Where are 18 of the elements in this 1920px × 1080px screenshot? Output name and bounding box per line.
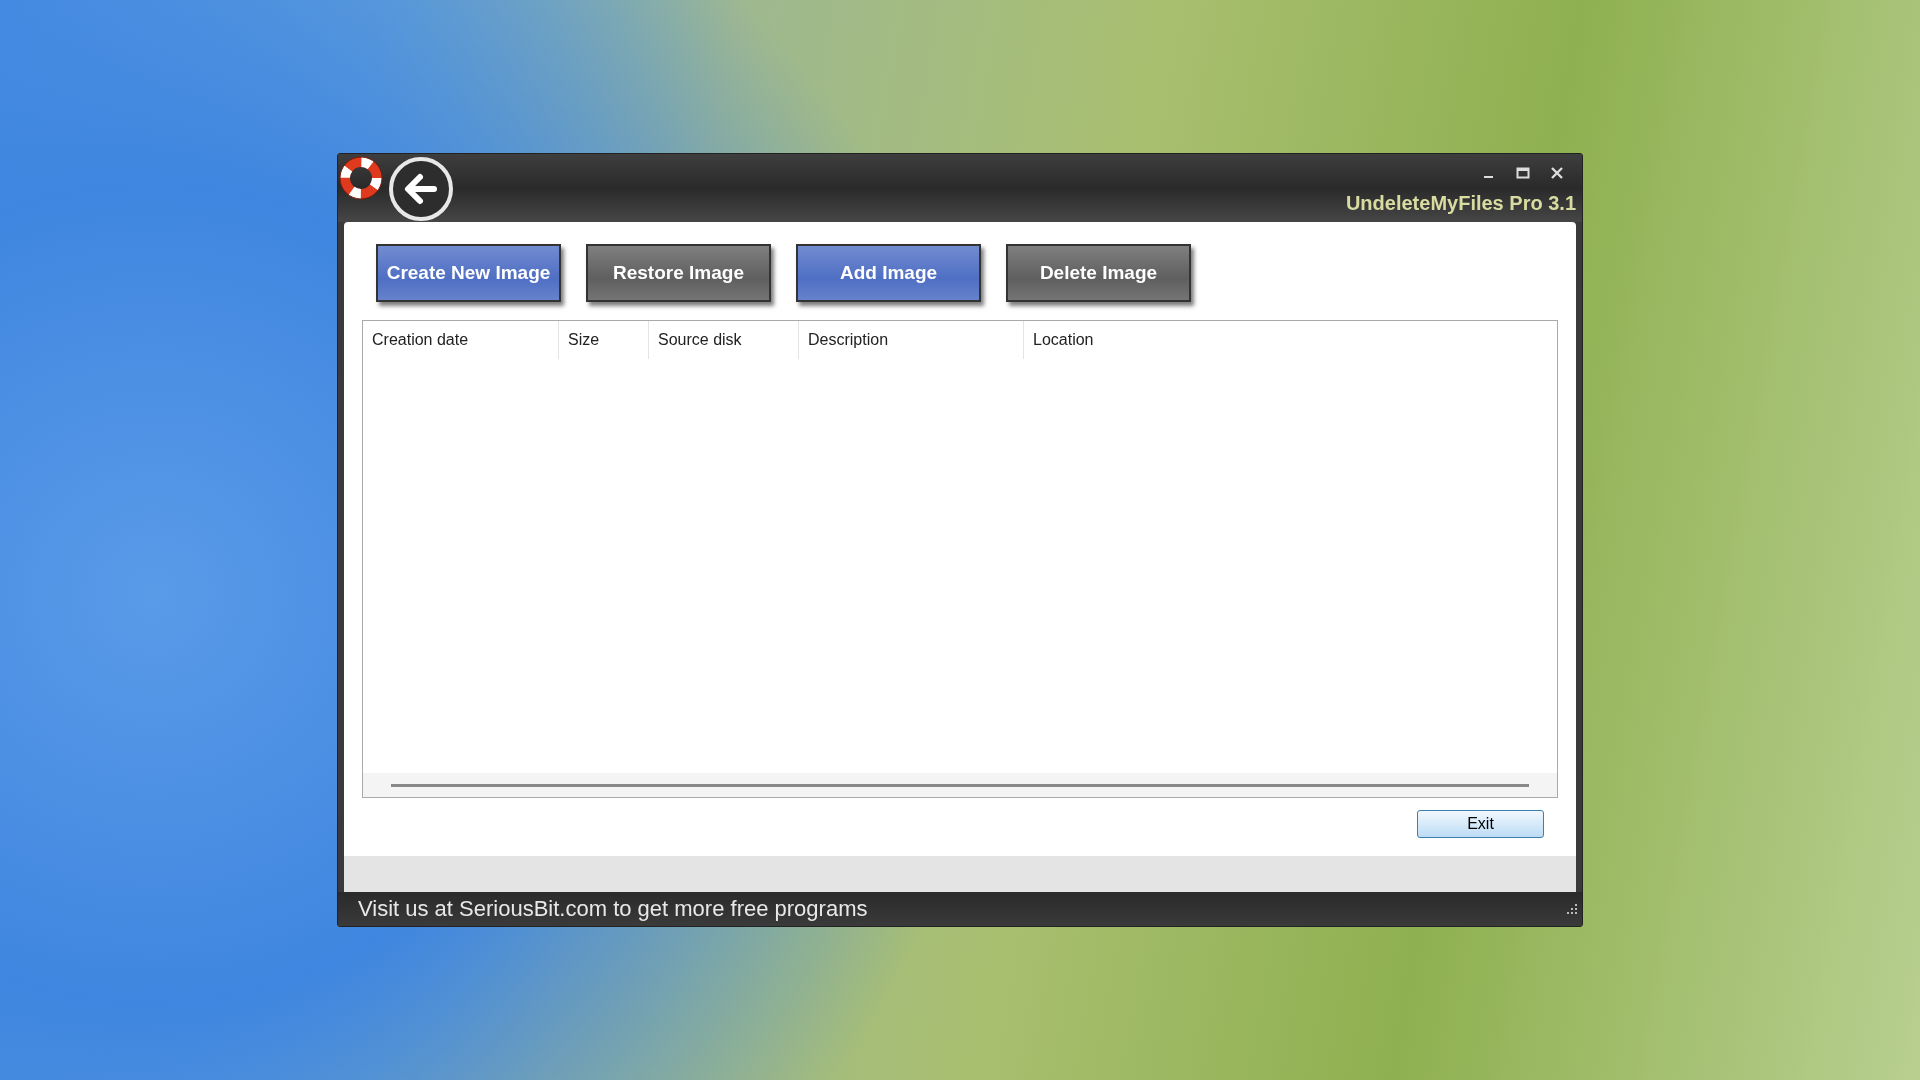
- horizontal-scrollbar[interactable]: [363, 773, 1557, 797]
- column-header[interactable]: Size: [559, 321, 649, 359]
- toolbar-button[interactable]: Restore Image: [586, 244, 771, 302]
- column-header[interactable]: Creation date: [363, 321, 559, 359]
- column-header[interactable]: Source disk: [649, 321, 799, 359]
- column-header[interactable]: Description: [799, 321, 1024, 359]
- close-button[interactable]: [1550, 166, 1564, 180]
- back-button[interactable]: [388, 156, 454, 222]
- maximize-button[interactable]: [1516, 166, 1530, 180]
- resize-grip-icon: [1566, 903, 1578, 915]
- column-header[interactable]: Location: [1024, 321, 1094, 359]
- exit-button[interactable]: Exit: [1417, 810, 1544, 838]
- toolbar-button[interactable]: Delete Image: [1006, 244, 1191, 302]
- status-text: Visit us at SeriousBit.com to get more free programs: [358, 896, 868, 922]
- lifebuoy-icon: [338, 155, 384, 201]
- toolbar-button[interactable]: Add Image: [796, 244, 981, 302]
- window-title: UndeleteMyFiles Pro 3.1: [1345, 192, 1576, 215]
- toolbar-button[interactable]: Create New Image: [376, 244, 561, 302]
